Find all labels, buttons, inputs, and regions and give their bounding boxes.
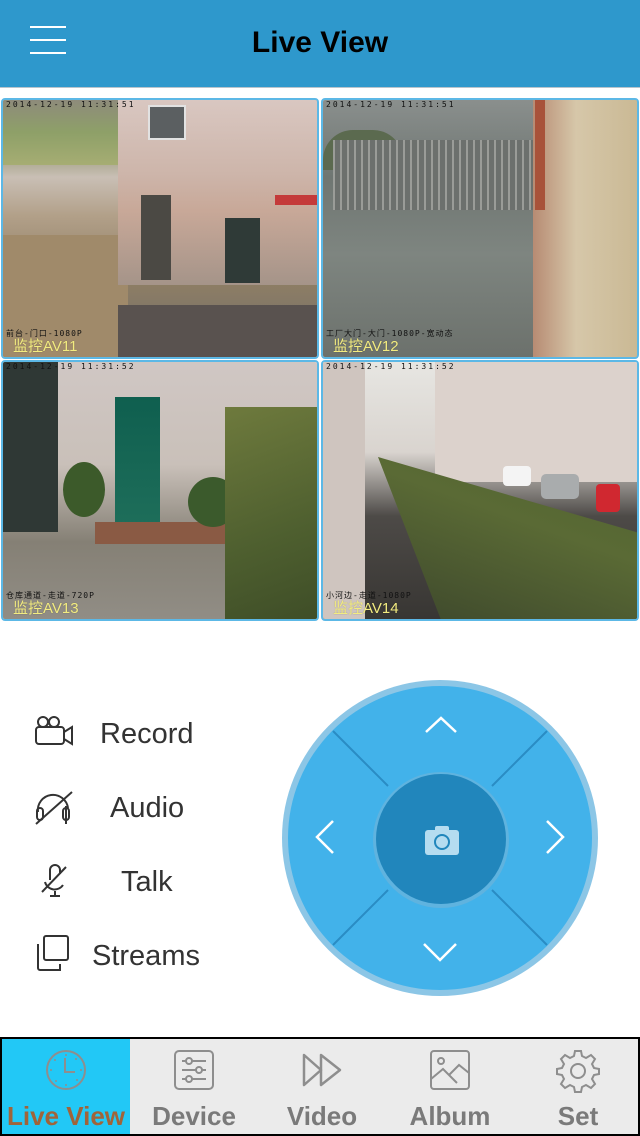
headphones-muted-icon bbox=[35, 791, 73, 825]
camera-tile[interactable]: 2014-12-19 11:31:51 工厂大门-大门-1080P-宽动态 监控… bbox=[321, 98, 639, 359]
talk-label: Talk bbox=[121, 866, 173, 898]
streams-label: Streams bbox=[92, 940, 200, 972]
camera-feed-image bbox=[3, 100, 317, 357]
camera-label: 监控AV12 bbox=[333, 338, 399, 355]
streams-button[interactable]: Streams bbox=[30, 932, 250, 976]
camera-timestamp: 2014-12-19 11:31:52 bbox=[326, 362, 456, 371]
video-camera-icon bbox=[35, 716, 73, 746]
talk-button[interactable]: Talk bbox=[30, 858, 250, 902]
microphone-muted-icon bbox=[41, 864, 67, 897]
snapshot-button[interactable] bbox=[373, 772, 509, 908]
camera-tile[interactable]: 2014-12-19 11:31:52 小河边-走道-1080P 监控AV14 bbox=[321, 360, 639, 621]
camera-snapshot-icon bbox=[425, 826, 459, 855]
tab-album[interactable]: Album bbox=[386, 1039, 514, 1134]
camera-label: 监控AV13 bbox=[13, 600, 79, 617]
camera-feed-image bbox=[323, 362, 637, 619]
record-button[interactable]: Record bbox=[30, 710, 250, 754]
camera-tile[interactable]: 2014-12-19 11:31:51 前台-门口-1080P 监控AV11 bbox=[1, 98, 319, 359]
camera-tile[interactable]: 2014-12-19 11:31:52 仓库通道-走道-720P 监控AV13 bbox=[1, 360, 319, 621]
audio-button[interactable]: Audio bbox=[30, 784, 250, 828]
stacked-windows-icon bbox=[37, 935, 69, 971]
gear-icon bbox=[556, 1050, 600, 1093]
ptz-control-pad bbox=[282, 680, 598, 996]
tab-set[interactable]: Set bbox=[514, 1039, 640, 1134]
tab-label: Video bbox=[286, 1101, 358, 1131]
camera-timestamp: 2014-12-19 11:31:51 bbox=[326, 100, 456, 109]
bottom-tab-bar: Live View Device Video Album Set bbox=[0, 1037, 640, 1136]
camera-grid: 2014-12-19 11:31:51 前台-门口-1080P 监控AV11 2… bbox=[0, 98, 640, 622]
tab-label: Live View bbox=[6, 1101, 126, 1131]
camera-timestamp: 2014-12-19 11:31:51 bbox=[6, 100, 136, 109]
image-icon bbox=[430, 1050, 470, 1090]
tab-label: Device bbox=[152, 1101, 236, 1131]
tab-device[interactable]: Device bbox=[130, 1039, 258, 1134]
audio-label: Audio bbox=[110, 792, 185, 824]
fast-forward-icon bbox=[302, 1053, 342, 1087]
page-title: Live View bbox=[251, 26, 389, 59]
camera-feed-image bbox=[3, 362, 317, 619]
top-nav-bar: Live View bbox=[0, 0, 640, 88]
camera-label: 监控AV14 bbox=[333, 600, 399, 617]
tab-live-view[interactable]: Live View bbox=[2, 1039, 130, 1134]
sliders-icon bbox=[174, 1050, 214, 1090]
camera-timestamp: 2014-12-19 11:31:52 bbox=[6, 362, 136, 371]
tab-label: Album bbox=[409, 1101, 491, 1131]
camera-label: 监控AV11 bbox=[13, 338, 78, 355]
record-label: Record bbox=[100, 718, 194, 750]
tab-label: Set bbox=[557, 1101, 599, 1131]
tab-video[interactable]: Video bbox=[258, 1039, 386, 1134]
clock-icon bbox=[46, 1050, 86, 1090]
camera-feed-image bbox=[323, 100, 637, 357]
